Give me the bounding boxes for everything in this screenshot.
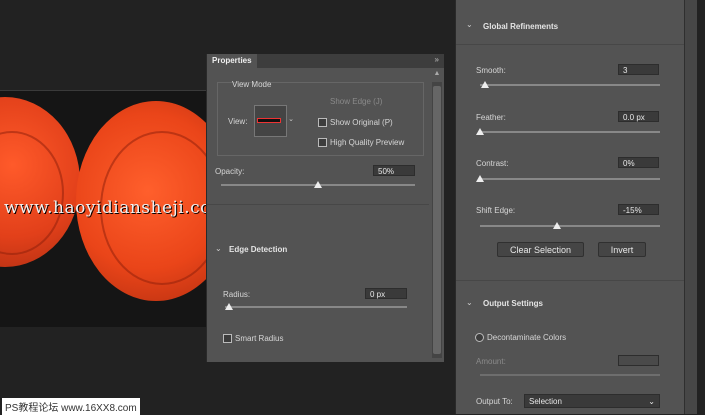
radius-slider-track[interactable] <box>225 306 407 308</box>
feather-slider-track[interactable] <box>480 131 660 133</box>
show-original-checkbox[interactable] <box>318 118 327 127</box>
radius-field[interactable]: 0 px <box>365 288 407 299</box>
properties-tabbar: Properties » <box>207 54 444 68</box>
shift-edge-slider-knob[interactable] <box>552 222 561 229</box>
chevron-down-icon[interactable]: ⌄ <box>466 20 473 29</box>
separator <box>456 44 685 45</box>
amount-label: Amount: <box>476 357 506 366</box>
properties-scrollbar[interactable]: ▲ <box>432 70 442 358</box>
contrast-slider-track[interactable] <box>480 178 660 180</box>
smart-radius-checkbox[interactable] <box>223 334 232 343</box>
output-to-label: Output To: <box>476 397 513 406</box>
opacity-label: Opacity: <box>215 167 245 176</box>
opacity-slider-knob[interactable] <box>314 181 322 188</box>
view-mode-header: View Mode <box>232 80 272 89</box>
view-mode-preview-icon <box>257 118 281 123</box>
edge-detection-header[interactable]: Edge Detection <box>229 245 287 254</box>
output-to-value: Selection <box>529 397 562 406</box>
smooth-slider-knob[interactable] <box>481 81 490 88</box>
clear-selection-button[interactable]: Clear Selection <box>497 242 584 257</box>
show-edge-label: Show Edge (J) <box>330 97 383 106</box>
output-to-select[interactable]: Selection ⌄ <box>524 394 660 408</box>
view-mode-group: View Mode View: ⌄ Show Edge (J) Show Ori… <box>217 80 424 156</box>
refine-panel: ⌄ Global Refinements Smooth: 3 Feather: … <box>455 0 685 414</box>
output-settings-header[interactable]: Output Settings <box>483 299 543 308</box>
dropdown-arrow-icon[interactable]: ⌄ <box>286 105 296 135</box>
view-mode-thumbnail[interactable] <box>254 105 287 137</box>
radius-label: Radius: <box>223 290 251 299</box>
chevron-down-icon[interactable]: ⌄ <box>215 244 222 253</box>
global-refinements-header[interactable]: Global Refinements <box>483 22 558 31</box>
collapse-icon[interactable]: » <box>435 55 440 64</box>
separator <box>456 280 685 281</box>
show-original-label: Show Original (P) <box>330 118 393 127</box>
amount-field <box>618 355 659 366</box>
separator <box>207 204 429 205</box>
invert-button[interactable]: Invert <box>598 242 646 257</box>
feather-slider-knob[interactable] <box>476 128 484 135</box>
chevron-down-icon[interactable]: ⌄ <box>466 298 473 307</box>
decontaminate-colors-label: Decontaminate Colors <box>487 333 567 342</box>
radius-slider-knob[interactable] <box>225 303 233 310</box>
properties-panel: Properties » ▲ View Mode View: ⌄ Show Ed… <box>206 54 444 362</box>
watermark-site: www.haoyidiansheji.com <box>4 198 228 218</box>
contrast-label: Contrast: <box>476 159 509 168</box>
smart-radius-label: Smart Radius <box>235 334 284 343</box>
dropdown-arrow-icon: ⌄ <box>648 397 655 406</box>
smooth-slider-track[interactable] <box>480 84 660 86</box>
view-label: View: <box>228 117 248 126</box>
amount-slider-track <box>480 374 660 376</box>
contrast-slider-knob[interactable] <box>476 175 484 182</box>
watermark-ps: PS教程论坛 www.16XX8.com <box>2 398 140 415</box>
panel-scroll-strip[interactable] <box>684 0 697 414</box>
high-quality-preview-checkbox[interactable] <box>318 138 327 147</box>
smooth-label: Smooth: <box>476 66 506 75</box>
decontaminate-colors-checkbox[interactable] <box>475 333 484 342</box>
feather-field[interactable]: 0.0 px <box>618 111 659 122</box>
shift-edge-slider-track[interactable] <box>480 225 660 227</box>
contrast-field[interactable]: 0% <box>618 157 659 168</box>
tab-properties[interactable]: Properties <box>207 54 257 68</box>
smooth-field[interactable]: 3 <box>618 64 659 75</box>
shift-edge-label: Shift Edge: <box>476 206 516 215</box>
scroll-up-arrow-icon[interactable]: ▲ <box>432 70 442 77</box>
high-quality-preview-label: High Quality Preview <box>330 138 405 147</box>
opacity-field[interactable]: 50% <box>373 165 415 176</box>
scroll-thumb[interactable] <box>433 86 441 354</box>
feather-label: Feather: <box>476 113 506 122</box>
shift-edge-field[interactable]: -15% <box>618 204 659 215</box>
